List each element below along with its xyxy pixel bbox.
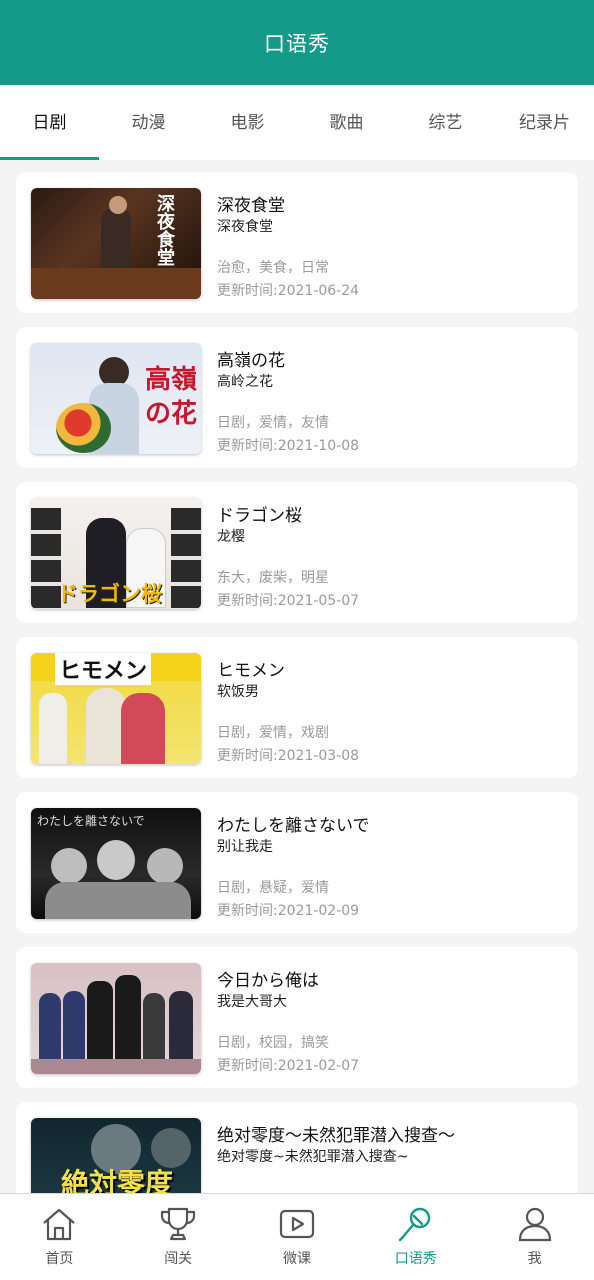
item-update-time: 更新时间:2021-06-24 <box>217 283 360 299</box>
nav-micro-course[interactable]: 微课 <box>238 1194 357 1280</box>
item-title: ドラゴン桜 <box>217 506 302 526</box>
thumbnail: 高嶺の花 <box>31 343 201 454</box>
thumbnail-caption: 絶対零度 <box>61 1167 174 1193</box>
tab-movies[interactable]: 电影 <box>198 85 297 160</box>
item-subtitle: 我是大哥大 <box>217 994 287 1010</box>
thumbnail: ヒモメン <box>31 653 201 764</box>
item-title: 绝对零度～未然犯罪潜入搜查～ <box>217 1126 455 1146</box>
nav-speaking-show-label: 口语秀 <box>394 1251 437 1267</box>
thumbnail-caption: わたしを離さないで <box>37 814 145 828</box>
home-icon <box>43 1208 76 1241</box>
thumbnail-caption: 高嶺の花 <box>144 365 197 429</box>
app-header: 口语秀 <box>0 0 594 85</box>
item-title: わたしを離さないで <box>217 816 370 836</box>
list-item[interactable]: 絶対零度 绝对零度～未然犯罪潜入搜查～ 绝对零度~未然犯罪潜入搜查~ <box>16 1102 578 1193</box>
thumbnail-caption: ドラゴン桜 <box>57 581 162 606</box>
item-subtitle: 软饭男 <box>217 684 259 700</box>
video-list: 深夜食堂 深夜食堂 深夜食堂 治愈，美食，日常 更新时间:2021-06-24 … <box>0 160 594 1193</box>
bottom-navigation: 首页 闯关 微课 口语秀 我 <box>0 1193 594 1280</box>
item-subtitle: 高岭之花 <box>217 374 273 390</box>
thumbnail <box>31 963 201 1074</box>
microphone-icon <box>398 1207 430 1242</box>
item-update-time: 更新时间:2021-02-07 <box>217 1058 360 1074</box>
item-title: 今日から俺は <box>217 971 319 991</box>
trophy-icon <box>161 1207 196 1241</box>
page-title: 口语秀 <box>264 31 330 56</box>
nav-speaking-show[interactable]: 口语秀 <box>356 1194 475 1280</box>
item-update-time: 更新时间:2021-05-07 <box>217 593 360 609</box>
tab-japanese-drama[interactable]: 日剧 <box>0 85 99 160</box>
item-update-time: 更新时间:2021-10-08 <box>217 438 360 454</box>
thumbnail: 深夜食堂 <box>31 188 201 299</box>
tab-anime[interactable]: 动漫 <box>99 85 198 160</box>
nav-profile[interactable]: 我 <box>475 1194 594 1280</box>
item-title: 高嶺の花 <box>217 351 285 371</box>
item-subtitle: 绝对零度~未然犯罪潜入搜查~ <box>217 1149 409 1165</box>
item-subtitle: 别让我走 <box>217 839 273 855</box>
item-title: ヒモメン <box>217 661 285 681</box>
play-icon <box>279 1209 315 1239</box>
item-tags: 日剧，爱情，友情 <box>217 415 329 431</box>
nav-micro-course-label: 微课 <box>282 1251 311 1267</box>
list-item[interactable]: 高嶺の花 高嶺の花 高岭之花 日剧，爱情，友情 更新时间:2021-10-08 <box>16 327 578 468</box>
user-icon <box>518 1207 551 1242</box>
thumbnail-caption: ヒモメン <box>55 653 152 685</box>
thumbnail: わたしを離さないで <box>31 808 201 919</box>
list-item[interactable]: 今日から俺は 我是大哥大 日剧，校园，搞笑 更新时间:2021-02-07 <box>16 947 578 1088</box>
nav-challenge[interactable]: 闯关 <box>119 1194 238 1280</box>
list-item[interactable]: 深夜食堂 深夜食堂 深夜食堂 治愈，美食，日常 更新时间:2021-06-24 <box>16 172 578 313</box>
list-item[interactable]: わたしを離さないで わたしを離さないで 别让我走 日剧，悬疑，爱情 更新时间:2… <box>16 792 578 933</box>
tab-variety[interactable]: 综艺 <box>396 85 495 160</box>
item-tags: 东大，废柴，明星 <box>217 570 329 586</box>
nav-home-label: 首页 <box>45 1251 74 1267</box>
nav-profile-label: 我 <box>527 1251 542 1267</box>
item-update-time: 更新时间:2021-02-09 <box>217 903 360 919</box>
item-tags: 日剧，悬疑，爱情 <box>217 880 329 896</box>
tab-songs[interactable]: 歌曲 <box>297 85 396 160</box>
thumbnail: ドラゴン桜 <box>31 498 201 609</box>
item-subtitle: 龙樱 <box>217 529 245 545</box>
list-item[interactable]: ドラゴン桜 ドラゴン桜 龙樱 东大，废柴，明星 更新时间:2021-05-07 <box>16 482 578 623</box>
item-tags: 治愈，美食，日常 <box>217 260 329 276</box>
nav-home[interactable]: 首页 <box>0 1194 119 1280</box>
item-title: 深夜食堂 <box>217 196 285 216</box>
item-subtitle: 深夜食堂 <box>217 219 273 235</box>
thumbnail-caption: 深夜食堂 <box>154 194 175 266</box>
tab-documentary[interactable]: 纪录片 <box>495 85 594 160</box>
thumbnail: 絶対零度 <box>31 1118 201 1193</box>
item-update-time: 更新时间:2021-03-08 <box>217 748 360 764</box>
nav-challenge-label: 闯关 <box>164 1251 193 1267</box>
list-item[interactable]: ヒモメン ヒモメン 软饭男 日剧，爱情，戏剧 更新时间:2021-03-08 <box>16 637 578 778</box>
item-tags: 日剧，爱情，戏剧 <box>217 725 329 741</box>
item-tags: 日剧，校园，搞笑 <box>217 1035 329 1051</box>
category-tabs: 日剧 动漫 电影 歌曲 综艺 纪录片 <box>0 85 594 160</box>
